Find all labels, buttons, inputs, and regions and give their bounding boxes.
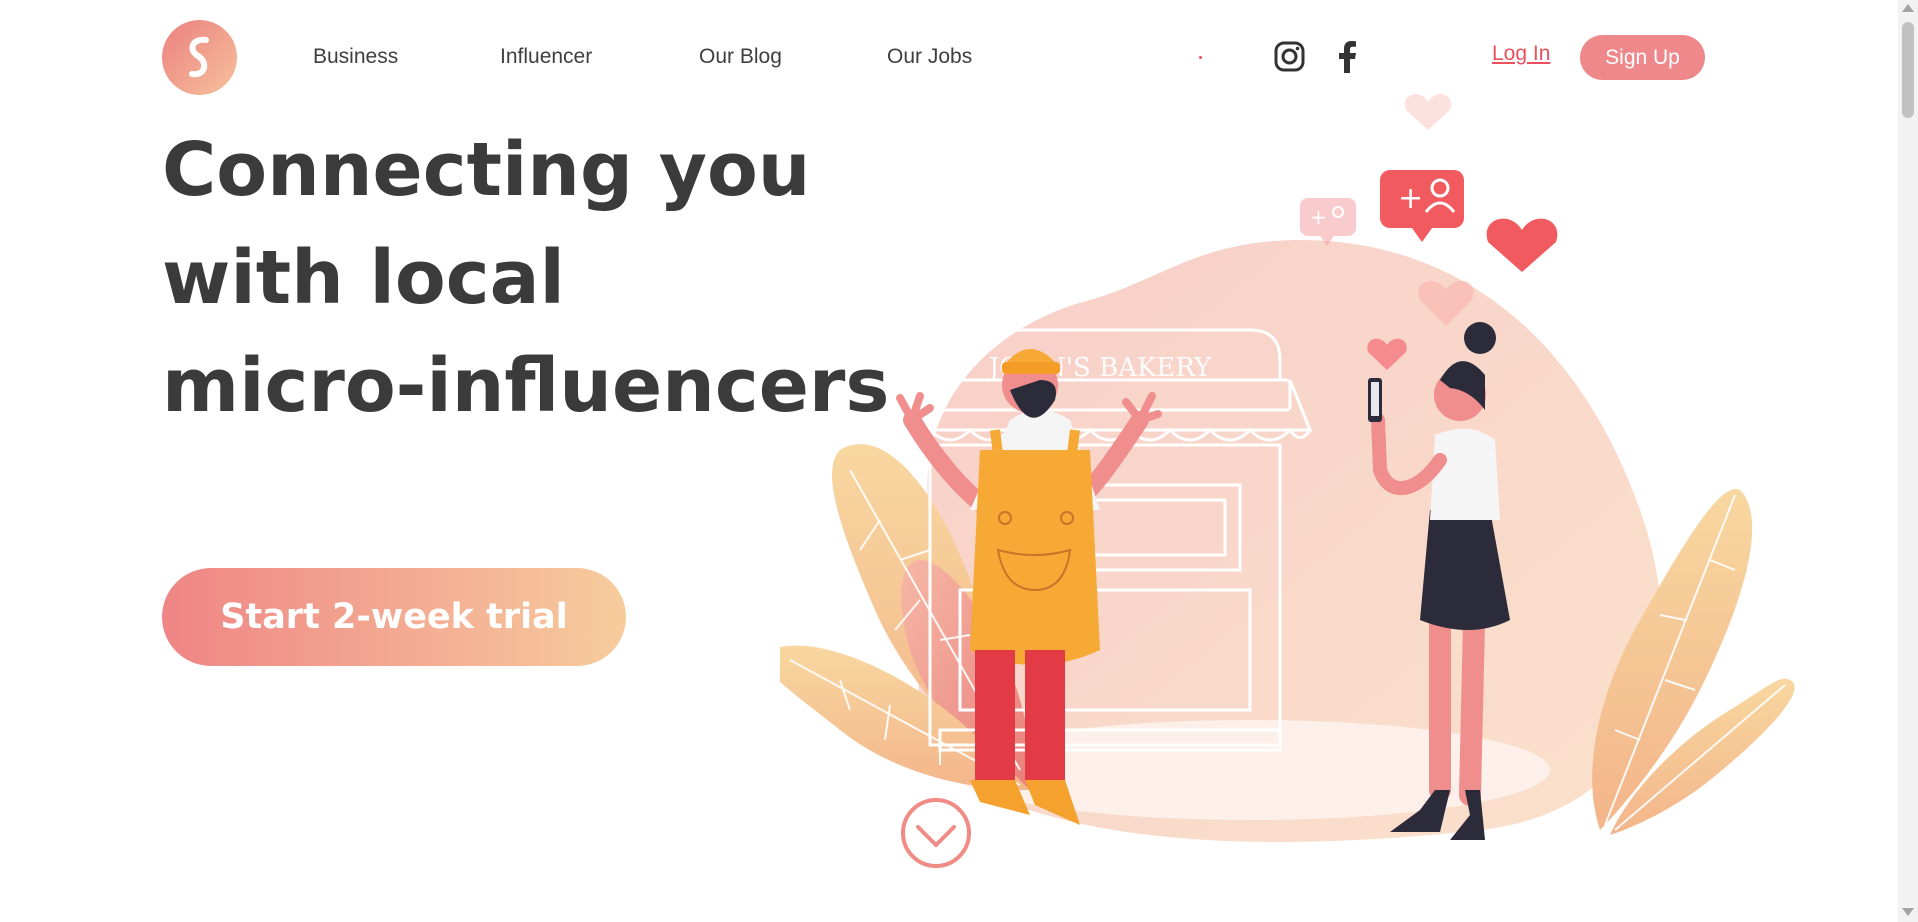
logo[interactable] xyxy=(162,20,237,95)
follow-bubble-large: + xyxy=(1380,170,1464,242)
signup-button[interactable]: Sign Up xyxy=(1580,35,1705,80)
scroll-down-arrow[interactable] xyxy=(1902,908,1914,916)
heart-icon xyxy=(1404,94,1452,130)
hero-illustration: JOHN'S BAKERY + + xyxy=(780,94,1795,842)
nav-influencer[interactable]: Influencer xyxy=(500,45,592,69)
instagram-icon xyxy=(1274,41,1305,72)
scroll-up-arrow[interactable] xyxy=(1902,4,1914,12)
landing-page: Business Influencer Our Blog Our Jobs Lo… xyxy=(0,0,1918,922)
scrollbar-thumb[interactable] xyxy=(1902,22,1914,118)
nav-our-jobs[interactable]: Our Jobs xyxy=(887,45,972,69)
s-logo-icon xyxy=(188,36,209,77)
instagram-link[interactable] xyxy=(1274,41,1305,77)
scroll-down-button[interactable] xyxy=(900,797,972,869)
indicator-dot xyxy=(1199,56,1202,59)
follow-bubble-small: + xyxy=(1300,198,1356,246)
facebook-icon xyxy=(1339,41,1356,73)
svg-text:+: + xyxy=(1398,181,1423,216)
login-link[interactable]: Log In xyxy=(1492,42,1550,66)
start-trial-button[interactable]: Start 2-week trial xyxy=(162,568,626,666)
nav-business[interactable]: Business xyxy=(313,45,398,69)
page-scrollbar[interactable] xyxy=(1898,0,1918,922)
nav-our-blog[interactable]: Our Blog xyxy=(699,45,782,69)
heart-icon xyxy=(1486,218,1558,272)
chevron-down-icon xyxy=(916,825,956,847)
facebook-link[interactable] xyxy=(1336,41,1358,78)
svg-text:+: + xyxy=(1310,205,1327,229)
